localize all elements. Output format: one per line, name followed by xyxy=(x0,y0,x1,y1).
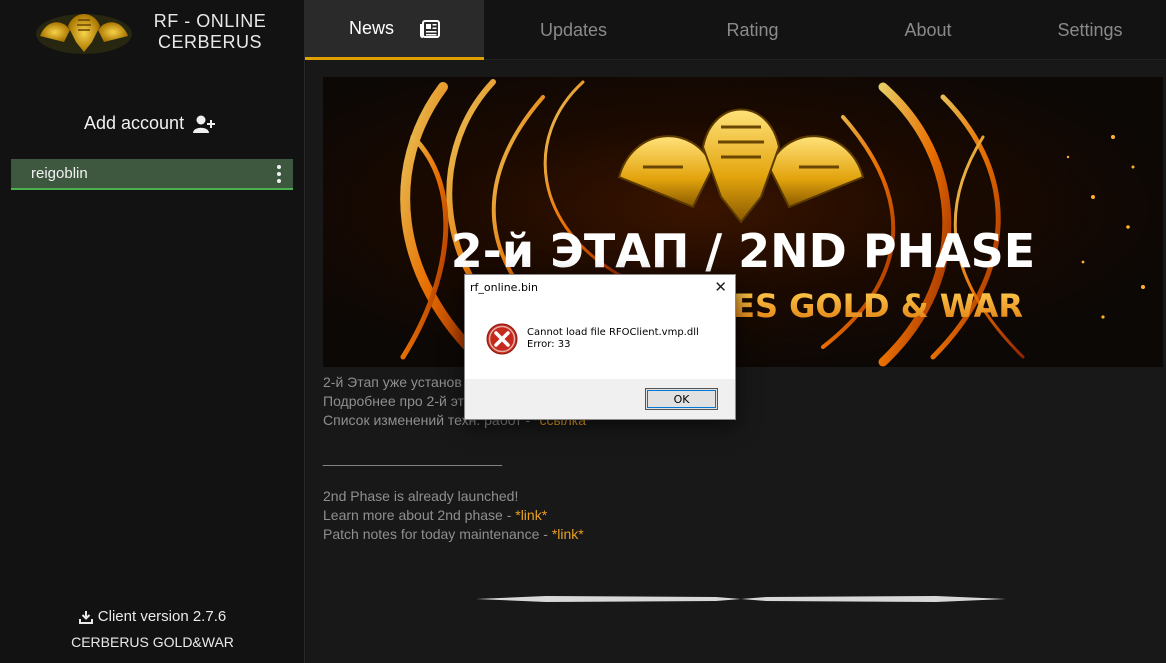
banner-subline: MES GOLD & WAR xyxy=(701,287,1023,325)
client-version: Client version 2.7.6 xyxy=(0,608,305,625)
more-options-icon[interactable] xyxy=(275,163,283,185)
tab-rating[interactable]: Rating xyxy=(663,0,842,60)
account-name: reigoblin xyxy=(31,165,88,182)
news-divider: _______________________ xyxy=(323,450,503,466)
brand-title: RF - ONLINE CERBERUS xyxy=(150,11,270,53)
dialog-title: rf_online.bin xyxy=(470,281,538,294)
cerberus-logo-icon xyxy=(36,14,132,54)
tab-rating-label: Rating xyxy=(726,19,779,40)
tab-updates[interactable]: Updates xyxy=(484,0,663,60)
news-en-line2: Learn more about 2nd phase - *link* xyxy=(323,506,591,525)
dialog-footer: OK xyxy=(465,379,735,419)
tab-about-label: About xyxy=(904,19,952,40)
error-dialog: rf_online.bin ✕ Cannot load file RFOClie… xyxy=(464,274,736,420)
tab-settings[interactable]: Settings xyxy=(1014,0,1166,60)
brand-line2: CERBERUS xyxy=(157,32,263,52)
tab-about[interactable]: About xyxy=(842,0,1014,60)
ornament-divider xyxy=(476,596,1006,602)
tab-news-label: News xyxy=(348,18,394,38)
add-user-icon xyxy=(193,115,216,133)
tab-settings-label: Settings xyxy=(1057,19,1123,40)
news-en-patch-link[interactable]: *link* xyxy=(552,526,584,542)
close-icon[interactable]: ✕ xyxy=(714,278,727,296)
news-content: 2-й ЭТАП / 2ND PHASE MES GOLD & WAR 2-й … xyxy=(306,60,1166,663)
error-icon xyxy=(486,323,518,355)
dialog-message-line: Cannot load file RFOClient.vmp.dll xyxy=(527,327,699,338)
news-en-phase-link[interactable]: *link* xyxy=(515,507,547,523)
dialog-body: Cannot load file RFOClient.vmp.dll Error… xyxy=(465,303,735,379)
add-account-label: Add account xyxy=(84,113,185,133)
sidebar: RF - ONLINE CERBERUS Add account reigobl… xyxy=(0,0,305,663)
news-en-line3-text: Patch notes for today maintenance - xyxy=(323,526,552,542)
news-banner: 2-й ЭТАП / 2ND PHASE MES GOLD & WAR xyxy=(323,77,1163,367)
tab-updates-label: Updates xyxy=(539,19,608,40)
news-en-line3: Patch notes for today maintenance - *lin… xyxy=(323,525,591,544)
client-version-label: Client version 2.7.6 xyxy=(97,608,227,625)
add-account-button[interactable]: Add account xyxy=(84,113,216,134)
banner-artwork: 2-й ЭТАП / 2ND PHASE MES GOLD & WAR xyxy=(400,79,1145,367)
dialog-message: Cannot load file RFOClient.vmp.dll Error… xyxy=(527,327,699,351)
footer-brand: CERBERUS GOLD&WAR xyxy=(71,634,234,650)
dialog-error-code: Error: 33 xyxy=(527,339,571,350)
tab-news[interactable]: News xyxy=(305,0,484,60)
download-icon xyxy=(78,610,93,624)
account-item-reigoblin[interactable]: reigoblin xyxy=(11,159,293,190)
top-nav: News Updates Rating About Settings xyxy=(305,0,1166,60)
brand-line1: RF - ONLINE xyxy=(153,11,267,31)
news-en-line2-text: Learn more about 2nd phase - xyxy=(323,507,516,523)
newspaper-icon xyxy=(420,19,440,38)
ok-button[interactable]: OK xyxy=(645,388,718,410)
news-en-line1: 2nd Phase is already launched! xyxy=(323,488,519,504)
banner-headline: 2-й ЭТАП / 2ND PHASE xyxy=(451,224,1035,278)
